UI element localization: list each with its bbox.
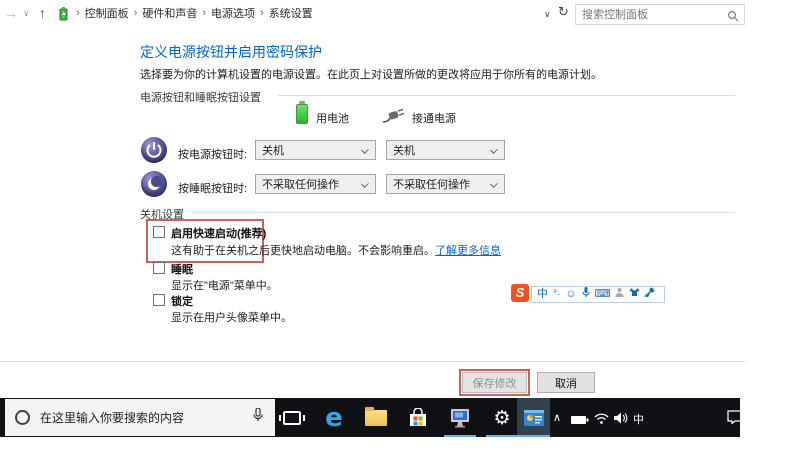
sleep-button-row-label: 按睡眠按钮时: [178,183,248,195]
search-icon[interactable] [727,9,739,27]
tray-wifi-icon[interactable] [594,411,609,429]
breadcrumb: › 控制面板 › 硬件和声音 › 电源选项 › 系统设置 [56,5,313,21]
select-value: 不采取任何操作 [393,179,470,191]
hidden-icons-chevron-icon[interactable]: ∧ [553,411,561,424]
column-plugged-in: 接通电源 [412,113,456,125]
cancel-button[interactable]: 取消 [537,372,595,393]
control-panel-taskbar-button-active[interactable] [517,398,550,437]
power-options-icon [56,6,71,21]
address-dropdown-icon[interactable]: ∨ [544,9,551,20]
select-value: 不采取任何操作 [262,179,339,191]
chinese-mode-icon[interactable]: 中 [537,287,548,302]
task-view-icon [279,410,305,425]
sogou-logo-icon[interactable]: S [511,284,529,302]
taskbar-active-underline [444,435,476,437]
breadcrumb-separator: › [76,7,80,19]
power-button-battery-select[interactable]: 关机 [255,140,376,160]
control-panel-icon [523,409,544,426]
select-value: 关机 [393,145,415,157]
control-panel-search [575,4,745,25]
power-button-ac-select[interactable]: 关机 [386,140,505,160]
taskbar-search-box[interactable]: 在这里输入你要搜索的内容 [5,399,275,436]
refresh-icon[interactable]: ↻ [558,4,569,20]
file-explorer-button[interactable] [356,398,396,437]
skin-icon[interactable] [629,287,640,302]
fast-startup-description-text: 这有助于在关机之后更快地启动电脑。不会影响重启。 [171,245,435,257]
file-explorer-icon [365,406,387,426]
breadcrumb-separator: › [260,7,264,19]
footer-divider [0,361,745,362]
control-panel-window: → ∨ ↑ › 控制面板 › 硬件和声音 › 电源选项 › 系统设置 ∨ ↻ 定… [0,0,745,437]
address-bar: → ∨ ↑ › 控制面板 › 硬件和声音 › 电源选项 › 系统设置 ∨ ↻ [0,0,745,28]
cortana-icon [15,410,30,425]
group-divider [192,212,735,213]
select-value: 关机 [262,145,284,157]
task-view-button[interactable] [272,398,312,437]
power-buttons-group-header: 电源按钮和睡眠按钮设置 [140,92,261,104]
computer-monitor-icon [451,408,469,427]
lock-option-description: 显示在用户头像菜单中。 [171,312,292,324]
save-changes-button[interactable]: 保存修改 [462,372,527,393]
sleep-option-label[interactable]: 睡眠 [171,261,193,277]
sleep-checkbox[interactable] [153,262,165,274]
taskbar: 在这里输入你要搜索的内容 e ⚙ ∧ 中 [0,398,742,437]
page-description: 选择要为你的计算机设置的电源设置。在此页上对设置所做的更改将应用于你所有的电源计… [140,69,602,81]
search-input[interactable] [582,6,722,23]
taskbar-active-underline [517,435,550,437]
settings-button[interactable]: ⚙ [482,398,522,437]
forward-arrow-icon[interactable]: → [4,5,18,21]
plug-icon [382,108,406,129]
breadcrumb-control-panel[interactable]: 控制面板 [85,5,129,21]
taskbar-search-placeholder: 在这里输入你要搜索的内容 [40,411,185,425]
power-button-icon [141,137,167,163]
power-button-row-label: 按电源按钮时: [178,149,248,161]
breadcrumb-power-options[interactable]: 电源选项 [211,5,255,21]
history-chevron-icon[interactable]: ∨ [23,8,30,19]
wrench-icon[interactable] [645,287,655,302]
breadcrumb-hardware-sound[interactable]: 硬件和声音 [142,5,197,21]
lock-checkbox[interactable] [153,294,165,306]
up-arrow-icon[interactable]: ↑ [39,5,46,21]
emoji-icon[interactable]: ☺ [565,287,576,302]
fast-startup-description: 这有助于在关机之后更快地启动电脑。不会影响重启。了解更多信息 [171,242,501,258]
system-window-button[interactable] [440,398,480,437]
breadcrumb-separator: › [133,7,138,19]
gear-icon: ⚙ [493,406,511,429]
fast-startup-label[interactable]: 启用快速启动(推荐) [171,225,266,241]
breadcrumb-system-settings[interactable]: 系统设置 [269,5,313,21]
sleep-button-icon [141,171,167,197]
sleep-button-battery-select[interactable]: 不采取任何操作 [255,174,376,194]
edge-taskbar-button[interactable]: e [314,398,354,437]
learn-more-link[interactable]: 了解更多信息 [435,245,501,257]
page-title: 定义电源按钮并启用密码保护 [140,44,322,60]
microsoft-store-button[interactable] [398,398,438,437]
edge-icon: e [325,402,343,433]
tray-volume-icon[interactable] [614,411,628,429]
microphone-icon[interactable] [582,286,590,303]
group-divider [278,95,735,96]
breadcrumb-separator: › [202,7,207,19]
chevron-down-icon [490,180,498,188]
battery-icon [296,101,308,124]
taskbar-active-underline [486,435,518,437]
chevron-down-icon [361,180,369,188]
person-icon[interactable] [615,287,624,302]
action-center-icon[interactable] [727,410,742,429]
microsoft-store-icon [410,407,426,426]
lock-option-label[interactable]: 锁定 [171,293,193,309]
keyboard-icon[interactable]: ⌨ [595,287,611,302]
search-mic-icon[interactable] [253,407,263,427]
chevron-down-icon [361,146,369,154]
column-on-battery: 用电池 [316,113,349,125]
fast-startup-checkbox[interactable] [153,226,165,238]
tray-battery-icon[interactable] [571,412,589,430]
desktop-screenshot: → ∨ ↑ › 控制面板 › 硬件和声音 › 电源选项 › 系统设置 ∨ ↻ 定… [0,0,800,450]
sleep-option-description: 显示在"电源"菜单中。 [171,280,278,292]
chevron-down-icon [490,146,498,154]
punctuation-icon[interactable]: °· [553,287,560,302]
ime-toolbar: 中 °· ☺ ⌨ [531,286,665,303]
sleep-button-ac-select[interactable]: 不采取任何操作 [386,174,505,194]
tray-input-language-indicator[interactable]: 中 [633,411,644,427]
